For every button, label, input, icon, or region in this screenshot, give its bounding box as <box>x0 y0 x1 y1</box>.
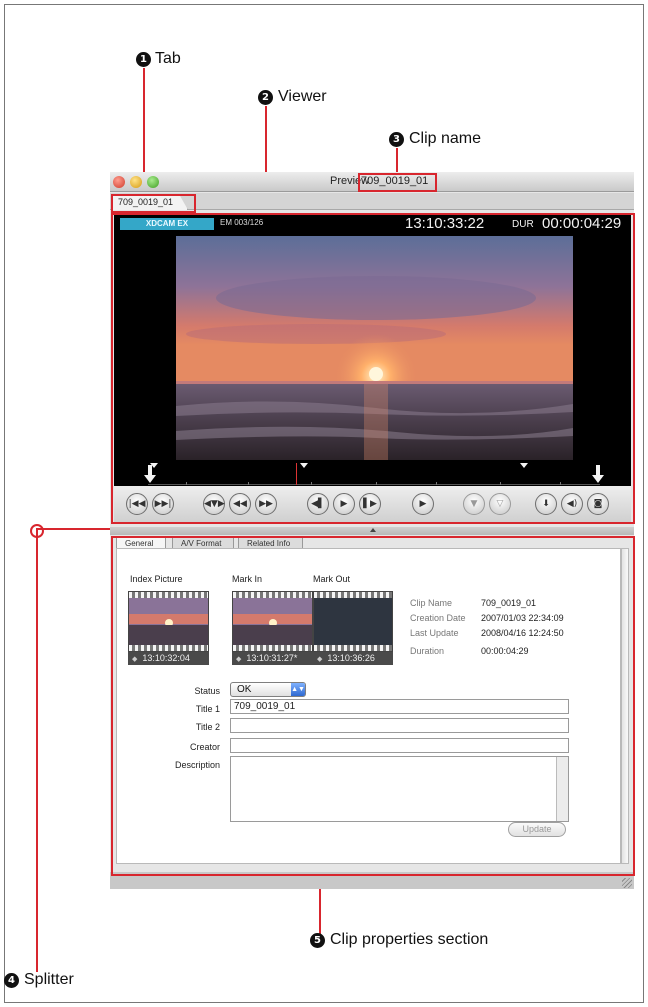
clip-properties-highlight <box>111 536 635 876</box>
tab-highlight <box>111 194 196 213</box>
callout-4-label: Splitter <box>24 971 74 988</box>
callout-3-label: Clip name <box>409 130 482 147</box>
callout-5-label: Clip properties section <box>330 931 489 948</box>
clip-name-highlight <box>358 173 437 192</box>
callout-5-number: 5 <box>310 933 325 948</box>
splitter[interactable] <box>110 527 634 535</box>
viewer-highlight <box>111 213 635 524</box>
callout-1-number: 1 <box>136 52 151 67</box>
callout-3-number: 3 <box>389 132 404 147</box>
minimize-window-icon[interactable] <box>130 176 142 188</box>
callout-4-leader-v <box>36 528 38 972</box>
splitter-grip-icon[interactable] <box>370 528 376 532</box>
callout-4-number: 4 <box>4 973 19 988</box>
callout-1-label: Tab <box>155 50 181 67</box>
close-window-icon[interactable] <box>113 176 125 188</box>
callout-2-number: 2 <box>258 90 273 105</box>
callout-3-leader <box>396 148 398 174</box>
callout-4-leader-h <box>36 528 120 530</box>
callout-2-label: Viewer <box>278 88 327 105</box>
callout-4-ring <box>30 524 44 538</box>
zoom-window-icon[interactable] <box>147 176 159 188</box>
resize-grip-icon[interactable] <box>622 878 632 888</box>
